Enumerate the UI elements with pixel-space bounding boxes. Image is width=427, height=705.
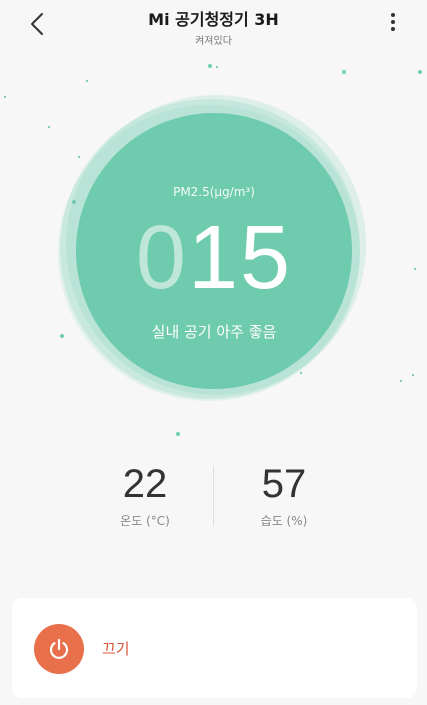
humidity-stat: 57 습도 (%) xyxy=(214,458,354,529)
decor-dot xyxy=(208,64,212,68)
more-vertical-icon xyxy=(391,13,395,31)
control-card: 끄기 xyxy=(12,598,417,698)
power-off-label[interactable]: 끄기 xyxy=(102,638,130,659)
header: Mi 공기청정기 3H 켜져있다 xyxy=(0,0,427,58)
indicator-core: PM2.5(μg/m³) 015 실내 공기 아주 좋음 xyxy=(76,113,352,389)
decor-dot xyxy=(4,96,6,98)
decor-dot xyxy=(400,380,402,382)
decor-dot xyxy=(216,66,218,68)
decor-dot xyxy=(414,268,416,270)
air-quality-text: 실내 공기 아주 좋음 xyxy=(151,323,277,341)
decor-dot xyxy=(176,432,180,436)
humidity-label: 습도 (%) xyxy=(260,514,308,528)
more-button[interactable] xyxy=(381,10,405,34)
pm25-value-main: 15 xyxy=(187,208,293,308)
page-title: Mi 공기청정기 3H xyxy=(148,10,279,29)
decor-dot xyxy=(412,374,414,376)
temperature-value: 22 xyxy=(122,462,168,506)
decor-dot xyxy=(86,80,88,82)
air-quality-indicator: PM2.5(μg/m³) 015 실내 공기 아주 좋음 xyxy=(58,95,368,405)
pm25-value: 015 xyxy=(76,213,352,303)
pm25-label: PM2.5(μg/m³) xyxy=(173,185,255,199)
power-button[interactable] xyxy=(34,624,84,674)
decor-dot xyxy=(418,70,422,74)
pm25-value-lead: 0 xyxy=(135,208,188,308)
device-status: 켜져있다 xyxy=(195,36,232,47)
humidity-value: 57 xyxy=(261,462,307,506)
temperature-stat: 22 온도 (°C) xyxy=(75,458,215,529)
decor-dot xyxy=(342,70,346,74)
environment-stats: 22 온도 (°C) 57 습도 (%) xyxy=(0,458,427,538)
decor-dot xyxy=(48,126,50,128)
power-icon xyxy=(49,638,69,659)
temperature-label: 온도 (°C) xyxy=(120,514,170,528)
